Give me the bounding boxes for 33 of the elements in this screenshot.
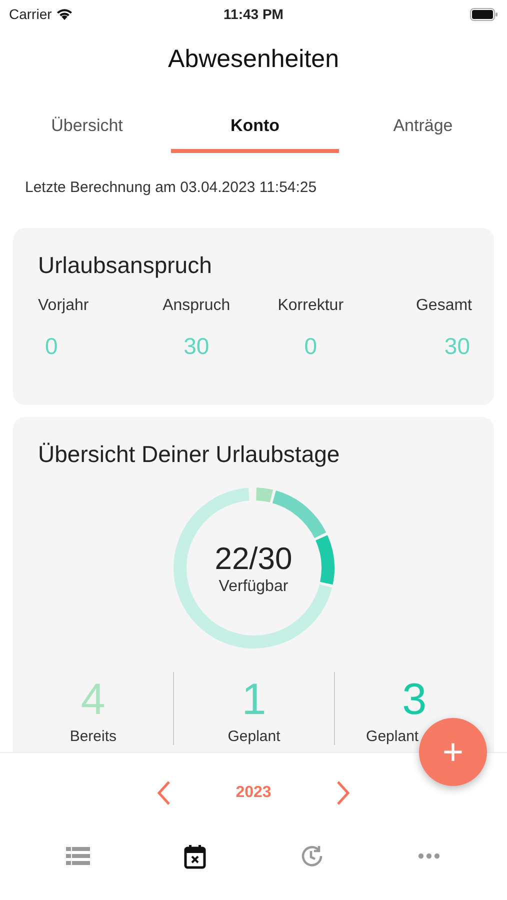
chevron-right-icon: [335, 780, 352, 806]
list-icon: [66, 846, 90, 866]
calendar-icon: [184, 844, 206, 868]
clock-time: 11:43 PM: [224, 6, 284, 22]
column-label: Vorjahr: [38, 297, 89, 315]
column-label: Anspruch: [162, 297, 230, 315]
column-value: 30: [184, 333, 210, 360]
stat-label: Bereits: [70, 728, 116, 745]
carrier-label: Carrier: [9, 6, 52, 22]
stat-label: Geplant: [366, 728, 419, 745]
column-label: Gesamt: [416, 297, 472, 315]
battery-icon: [470, 8, 498, 20]
tab[interactable]: Konto: [171, 95, 339, 153]
page-title: Abwesenheiten: [168, 45, 339, 74]
stat-value: 4: [80, 678, 106, 722]
more-icon: [418, 853, 440, 859]
history-icon: [300, 844, 324, 868]
column-value: 0: [45, 333, 58, 360]
card-title: Übersicht Deiner Urlaubstage: [38, 441, 340, 468]
tab[interactable]: Übersicht: [3, 95, 171, 153]
column-value: 0: [304, 333, 318, 360]
stat-value: 1: [242, 678, 266, 722]
available-days: 22/30: [214, 540, 292, 576]
tab[interactable]: Anträge: [339, 95, 507, 153]
chevron-left-icon: [156, 780, 172, 806]
column-label: Korrektur: [278, 297, 344, 315]
last-calculation-text: Letzte Berechnung am 03.04.2023 11:54:25: [25, 179, 317, 196]
wifi-icon: [56, 8, 73, 20]
column-value: 30: [444, 333, 470, 360]
card-title: Urlaubsanspruch: [38, 252, 212, 279]
available-label: Verfügbar: [218, 578, 288, 596]
year-label: 2023: [236, 784, 272, 802]
stat-label: Geplant: [228, 728, 280, 745]
